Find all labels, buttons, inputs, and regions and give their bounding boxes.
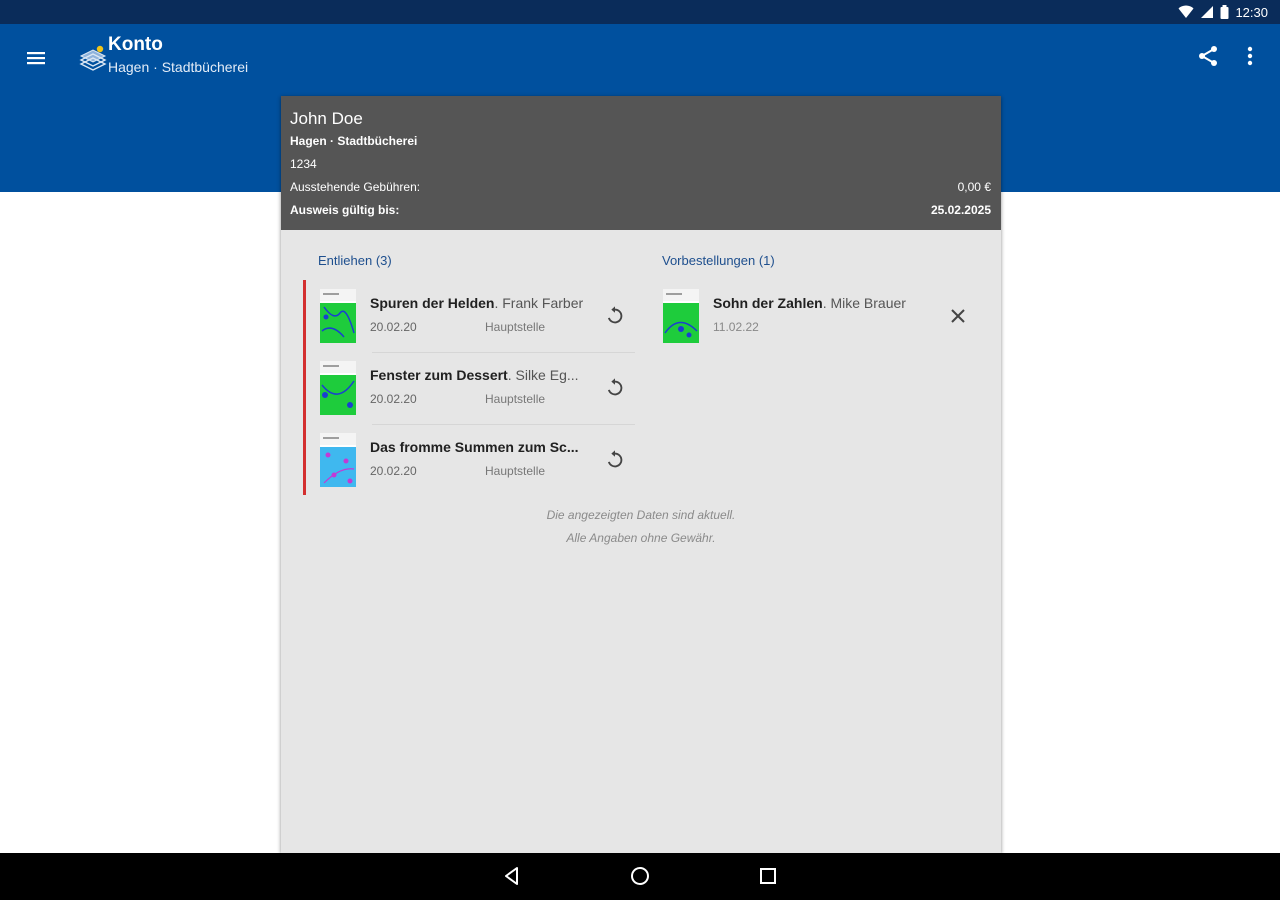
lent-item[interactable]: Spuren der Helden. Frank Farber 20.02.20… (320, 280, 620, 344)
reservations-section-title: Vorbestellungen (1) (662, 253, 775, 268)
lent-item-title: Fenster zum Dessert. Silke Eg... (370, 367, 579, 383)
app-subtitle: Hagen · Stadtbücherei (108, 59, 249, 75)
menu-icon[interactable] (24, 46, 48, 70)
wifi-icon (1178, 5, 1194, 18)
app-title: Konto (108, 34, 163, 55)
lent-item-title: Das fromme Summen zum Sc... (370, 439, 579, 455)
book-cover (320, 361, 356, 415)
disclaimer-note: Alle Angaben ohne Gewähr. (566, 531, 716, 545)
close-icon[interactable] (948, 306, 968, 326)
recents-icon[interactable] (757, 865, 779, 887)
lent-item-due-date: 20.02.20 (370, 320, 417, 334)
reservation-item-title: Sohn der Zahlen. Mike Brauer (713, 295, 906, 311)
fees-value: 0,00 € (957, 180, 991, 194)
signal-icon (1201, 6, 1214, 18)
valid-until-value: 25.02.2025 (930, 203, 991, 217)
overdue-indicator (303, 280, 306, 495)
book-cover (320, 433, 356, 487)
lent-item-title: Spuren der Helden. Frank Farber (370, 295, 584, 311)
account-name: John Doe (290, 109, 363, 128)
home-icon[interactable] (629, 865, 651, 887)
account-library: Hagen · Stadtbücherei (290, 134, 418, 148)
lent-item[interactable]: Fenster zum Dessert. Silke Eg... 20.02.2… (320, 352, 620, 416)
renew-icon[interactable] (604, 449, 626, 471)
book-cover (663, 289, 699, 343)
back-icon[interactable] (501, 865, 523, 887)
fees-label: Ausstehende Gebühren: (290, 180, 421, 194)
account-card: John Doe Hagen · Stadtbücherei 1234 Auss… (281, 96, 1001, 853)
lent-section-title: Entliehen (3) (318, 253, 392, 268)
valid-until-label: Ausweis gültig bis: (290, 203, 400, 217)
more-vert-icon[interactable] (1240, 44, 1260, 68)
share-icon[interactable] (1196, 44, 1220, 68)
data-current-note: Die angezeigten Daten sind aktuell. (546, 508, 736, 522)
reservation-item-date: 11.02.22 (713, 320, 759, 334)
lent-item-due-date: 20.02.20 (370, 464, 417, 478)
battery-icon (1220, 5, 1229, 19)
lent-item-branch: Hauptstelle (485, 392, 546, 406)
book-cover (320, 289, 356, 343)
renew-icon[interactable] (604, 305, 626, 327)
navigation-bar (0, 853, 1280, 900)
lent-item-due-date: 20.02.20 (370, 392, 417, 406)
reservation-item[interactable]: Sohn der Zahlen. Mike Brauer 11.02.22 (663, 280, 933, 344)
lent-item-branch: Hauptstelle (485, 320, 546, 334)
lent-item-branch: Hauptstelle (485, 464, 546, 478)
renew-icon[interactable] (604, 377, 626, 399)
status-time: 12:30 (1235, 4, 1268, 20)
library-logo-icon (79, 45, 107, 71)
lent-item[interactable]: Das fromme Summen zum Sc... 20.02.20 Hau… (320, 424, 620, 488)
account-header: John Doe Hagen · Stadtbücherei 1234 Auss… (281, 96, 1001, 230)
status-bar: 12:30 (0, 0, 1280, 24)
card-number: 1234 (290, 157, 317, 171)
